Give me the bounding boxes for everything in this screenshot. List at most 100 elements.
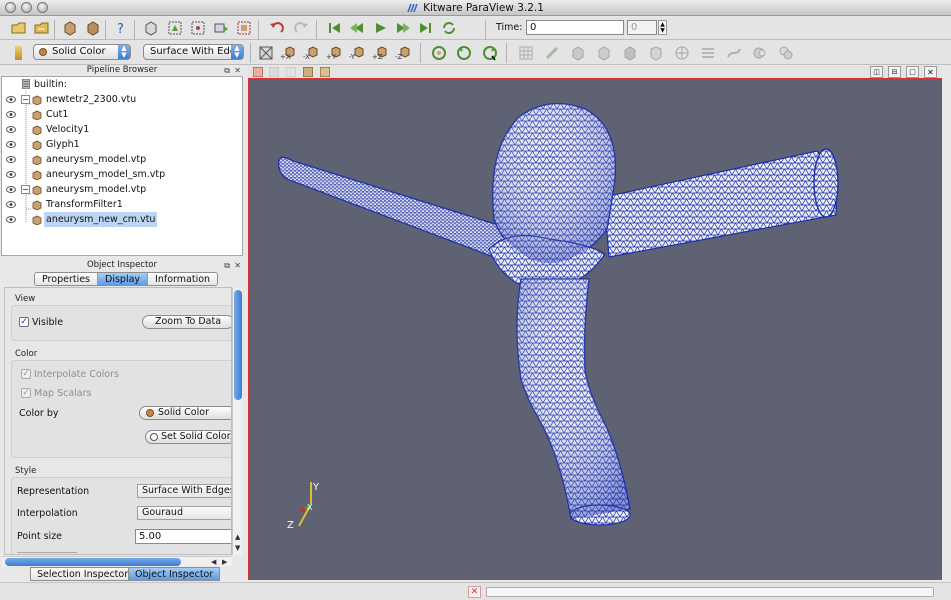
zoom-window-button[interactable]	[37, 2, 48, 13]
tab-display[interactable]: Display	[98, 273, 149, 285]
tab-properties[interactable]: Properties	[35, 273, 99, 285]
visibility-eye-icon[interactable]	[6, 141, 16, 148]
visibility-eye-icon[interactable]	[6, 186, 16, 193]
tab-selection-inspector[interactable]: Selection Inspector	[30, 567, 136, 581]
zoom-to-data-button[interactable]: Zoom To Data	[142, 315, 231, 329]
camera-redo-icon[interactable]	[268, 66, 279, 77]
split-vertical-icon[interactable]: ⊟	[888, 66, 901, 78]
scroll-left-icon[interactable]: ◀	[211, 558, 216, 566]
stream-tracer-filter-icon[interactable]	[725, 44, 743, 62]
help-icon[interactable]: ?	[112, 19, 130, 37]
pipeline-tree[interactable]: builtin: − newtetr2_2300.vtu Cut1 Velocity1…	[1, 76, 243, 256]
undo-icon[interactable]	[268, 19, 286, 37]
visibility-eye-icon[interactable]	[6, 171, 16, 178]
visibility-eye-icon[interactable]	[6, 156, 16, 163]
tab-object-inspector[interactable]: Object Inspector	[128, 567, 221, 581]
close-panel-icon[interactable]: ✕	[234, 65, 241, 76]
timestep-spinner[interactable]: ▲ ▼	[658, 20, 667, 35]
capture-view-icon[interactable]	[302, 66, 313, 77]
next-frame-icon[interactable]	[394, 19, 412, 37]
rotate-camera-ccw-icon[interactable]	[455, 44, 473, 62]
time-input[interactable]: 0	[526, 20, 624, 35]
map-scalars-checkbox[interactable]: ✓	[21, 388, 31, 398]
scroll-thumb[interactable]	[234, 290, 242, 400]
view-minus-x-icon[interactable]: -X	[303, 44, 321, 62]
visible-checkbox[interactable]: ✓	[19, 317, 29, 327]
close-window-button[interactable]	[5, 2, 16, 13]
close-view-icon[interactable]: ✕	[924, 66, 937, 78]
load-state-icon[interactable]	[84, 19, 102, 37]
render-view-3d[interactable]: Y X Z	[248, 78, 942, 580]
view-plus-x-icon[interactable]: +X	[280, 44, 298, 62]
reset-camera-icon[interactable]	[257, 44, 275, 62]
point-size-input[interactable]: 5.00	[135, 529, 231, 544]
scroll-right-icon[interactable]: ▶	[222, 558, 227, 566]
visibility-eye-icon[interactable]	[6, 126, 16, 133]
slice-filter-icon[interactable]	[621, 44, 639, 62]
view-plus-y-icon[interactable]: +Y	[326, 44, 344, 62]
float-panel-icon[interactable]: ⧉	[224, 65, 230, 76]
representation-select[interactable]: Surface With Edge ▲ ▼	[143, 44, 244, 60]
select-cells-icon[interactable]	[166, 19, 184, 37]
camera-undo-icon[interactable]	[252, 66, 263, 77]
last-frame-icon[interactable]	[417, 19, 435, 37]
pipeline-item[interactable]: aneurysm_model_sm.vtp	[2, 167, 242, 182]
view-settings-icon[interactable]	[285, 66, 296, 77]
open-folder-icon[interactable]	[33, 19, 51, 37]
color-legend-icon[interactable]	[10, 44, 28, 62]
maximize-view-icon[interactable]: □	[906, 66, 919, 78]
pipeline-item[interactable]: TransformFilter1	[2, 197, 242, 212]
close-panel-icon[interactable]: ✕	[234, 260, 241, 271]
select-frustum-icon[interactable]	[212, 19, 230, 37]
select-points-icon[interactable]	[189, 19, 207, 37]
group-datasets-filter-icon[interactable]	[777, 44, 795, 62]
previous-frame-icon[interactable]	[348, 19, 366, 37]
loop-icon[interactable]	[440, 19, 458, 37]
grid-filter-icon[interactable]	[517, 44, 535, 62]
collapse-toggle-icon[interactable]: −	[21, 95, 30, 104]
first-frame-icon[interactable]	[325, 19, 343, 37]
visibility-eye-icon[interactable]	[6, 201, 16, 208]
color-by-select[interactable]: Solid Color	[139, 406, 231, 420]
extract-subset-filter-icon[interactable]	[673, 44, 691, 62]
visibility-eye-icon[interactable]	[6, 96, 16, 103]
pipeline-item[interactable]: Glyph1	[2, 137, 242, 152]
warp-filter-icon[interactable]	[751, 44, 769, 62]
representation-style-select[interactable]: Surface With Edges	[137, 484, 231, 498]
abort-icon[interactable]: ✕	[468, 586, 481, 598]
scroll-up-icon[interactable]: ▲	[235, 533, 240, 541]
split-horizontal-icon[interactable]: ◫	[870, 66, 883, 78]
view-minus-z-icon[interactable]: -Z	[395, 44, 413, 62]
contour-filter-icon[interactable]	[569, 44, 587, 62]
set-solid-color-button[interactable]: Set Solid Color...	[145, 430, 231, 444]
pipeline-item[interactable]: aneurysm_new_cm.vtu	[2, 212, 242, 227]
threshold-filter-icon[interactable]	[647, 44, 665, 62]
pipeline-item[interactable]: Velocity1	[2, 122, 242, 137]
interpolate-colors-checkbox[interactable]: ✓	[21, 369, 31, 379]
select-block-icon[interactable]	[235, 19, 253, 37]
clip-filter-icon[interactable]	[595, 44, 613, 62]
tree-root[interactable]: builtin:	[2, 77, 242, 92]
float-panel-icon[interactable]: ⧉	[224, 260, 230, 271]
scroll-down-icon[interactable]: ▼	[235, 544, 240, 552]
view-plus-z-icon[interactable]: +Z	[372, 44, 390, 62]
color-mode-select[interactable]: Solid Color ▲ ▼	[33, 44, 131, 60]
pipeline-item[interactable]: aneurysm_model.vtp	[2, 152, 242, 167]
visibility-eye-icon[interactable]	[6, 111, 16, 118]
calculator-filter-icon[interactable]	[543, 44, 561, 62]
save-state-icon[interactable]	[61, 19, 79, 37]
timestep-input[interactable]: 0	[627, 20, 657, 35]
view-minus-y-icon[interactable]: -Y	[349, 44, 367, 62]
tab-information[interactable]: Information	[148, 273, 218, 285]
collapse-toggle-icon[interactable]: −	[21, 185, 30, 194]
glyph-filter-icon[interactable]	[699, 44, 717, 62]
pipeline-item[interactable]: Cut1	[2, 107, 242, 122]
play-icon[interactable]	[371, 19, 389, 37]
visibility-eye-icon[interactable]	[6, 216, 16, 223]
rotate-camera-icon[interactable]	[430, 44, 448, 62]
inspector-horizontal-scrollbar[interactable]: ◀ ▶	[2, 556, 232, 566]
redo-icon[interactable]	[292, 19, 310, 37]
pipeline-item[interactable]: − newtetr2_2300.vtu	[2, 92, 242, 107]
inspector-vertical-scrollbar[interactable]: ▲ ▼	[232, 288, 242, 555]
pipeline-item[interactable]: − aneurysm_model.vtp	[2, 182, 242, 197]
